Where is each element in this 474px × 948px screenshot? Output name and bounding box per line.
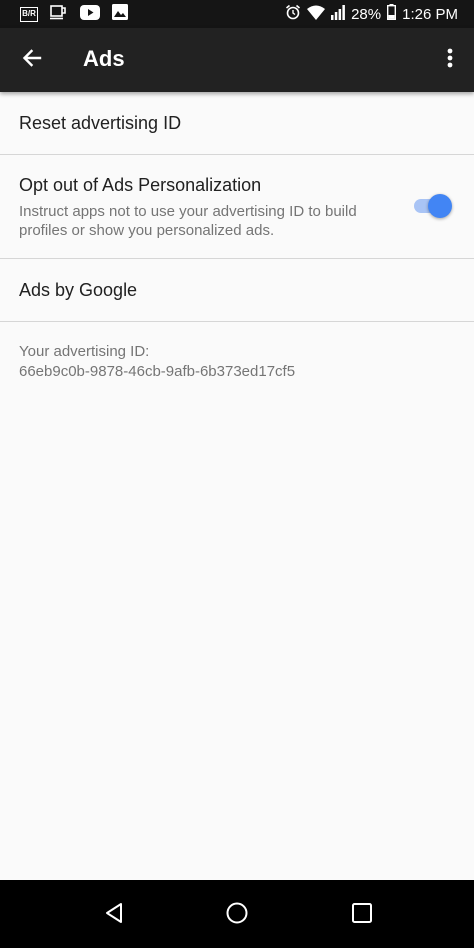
ads-by-google-label: Ads by Google bbox=[19, 280, 138, 300]
ads-settings-screen: B/R 28% 1:26 PM Ads Reset advertising ID… bbox=[0, 0, 474, 948]
ads-by-google-item[interactable]: Ads by Google bbox=[0, 259, 474, 322]
home-circle-icon bbox=[225, 901, 249, 930]
nav-back-button[interactable] bbox=[97, 898, 131, 932]
navigation-bar bbox=[0, 880, 474, 948]
more-options-button[interactable] bbox=[438, 42, 462, 78]
opt-out-toggle[interactable] bbox=[412, 194, 452, 218]
recents-square-icon bbox=[351, 902, 373, 929]
wifi-icon bbox=[307, 5, 326, 24]
more-vert-icon bbox=[447, 48, 453, 73]
opt-out-ads-personalization-item[interactable]: Opt out of Ads Personalization Instruct … bbox=[0, 155, 474, 259]
app-bar: Ads bbox=[0, 28, 474, 92]
arrow-back-icon bbox=[22, 48, 42, 73]
youtube-icon bbox=[80, 4, 100, 24]
battery-icon bbox=[387, 4, 397, 24]
alarm-icon bbox=[285, 4, 301, 24]
opt-out-title: Opt out of Ads Personalization bbox=[19, 175, 262, 195]
battery-percent: 28% bbox=[351, 5, 382, 23]
back-triangle-icon bbox=[104, 902, 124, 929]
page-title: Ads bbox=[83, 46, 125, 71]
settings-list: Reset advertising ID Opt out of Ads Pers… bbox=[0, 92, 474, 322]
opt-out-description: Instruct apps not to use your advertisin… bbox=[19, 203, 357, 239]
status-bar: B/R 28% 1:26 PM bbox=[0, 0, 474, 28]
br-app-icon: B/R bbox=[20, 6, 38, 22]
advertising-id-info: Your advertising ID: 66eb9c0b-9878-46cb-… bbox=[19, 342, 295, 382]
toggle-thumb bbox=[428, 194, 452, 218]
notification-icons: B/R bbox=[20, 4, 140, 24]
advertising-id-value: 66eb9c0b-9878-46cb-9afb-6b373ed17cf5 bbox=[19, 363, 296, 380]
nav-recents-button[interactable] bbox=[345, 898, 379, 932]
coffee-cup-icon bbox=[50, 4, 68, 24]
clock: 1:26 PM bbox=[402, 5, 458, 23]
signal-icon bbox=[331, 4, 345, 24]
reset-advertising-id-label: Reset advertising ID bbox=[19, 113, 182, 133]
advertising-id-label: Your advertising ID: bbox=[19, 343, 150, 360]
reset-advertising-id-item[interactable]: Reset advertising ID bbox=[0, 92, 474, 155]
system-status-icons: 28% 1:26 PM bbox=[279, 4, 458, 24]
nav-home-button[interactable] bbox=[220, 898, 254, 932]
image-icon bbox=[112, 4, 128, 24]
back-button[interactable] bbox=[14, 42, 50, 78]
